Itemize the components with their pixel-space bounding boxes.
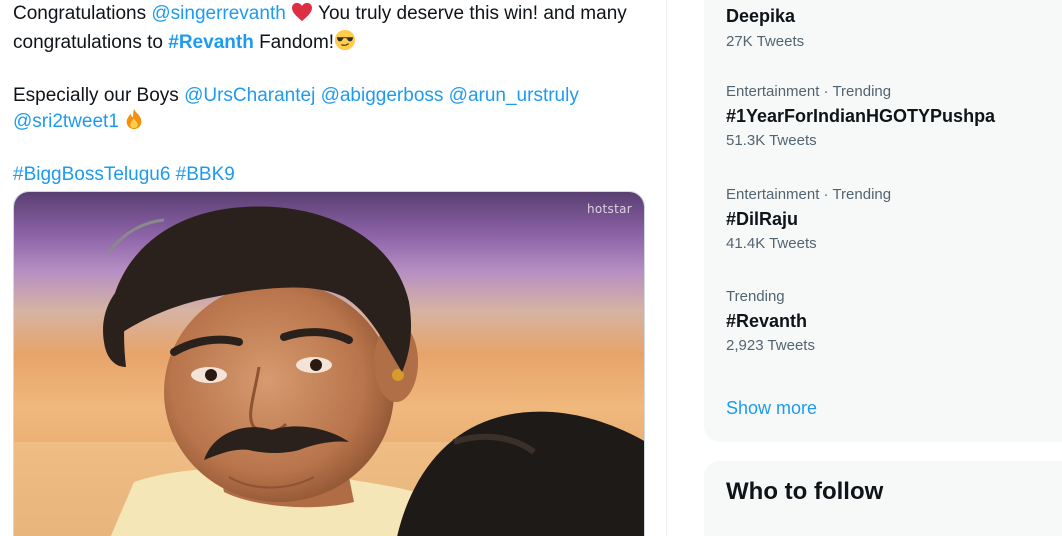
mention-link[interactable]: @abiggerboss	[321, 85, 444, 106]
trend-count: 2,923 Tweets	[726, 337, 815, 354]
tweet-line-3: Especially our Boys @UrsCharantej @abigg…	[13, 83, 653, 108]
hashtag-link[interactable]: #BBK9	[176, 164, 235, 185]
tweet-text-fragment: Fandom!	[253, 32, 335, 53]
trend-item[interactable]: Entertainment · Trending #1YearForIndian…	[726, 82, 995, 151]
trend-meta: Trending	[726, 288, 785, 305]
mention-link[interactable]: @UrsCharantej	[184, 85, 315, 106]
trend-count: 51.3K Tweets	[726, 132, 817, 149]
tweet-text-fragment: Congratulations	[13, 3, 152, 24]
trend-count: 27K Tweets	[726, 33, 805, 50]
tweet-line-2: congratulations to #Revanth Fandom!	[13, 29, 653, 58]
who-to-follow-heading: Who to follow	[726, 478, 884, 505]
show-more-link[interactable]: Show more	[726, 398, 817, 419]
tweet-text-fragment: congratulations to	[13, 32, 169, 53]
trend-meta: Entertainment · Trending	[726, 83, 892, 100]
tweet-line-4: @sri2tweet1	[13, 108, 653, 137]
red-heart-icon	[291, 2, 313, 29]
trend-item[interactable]: Trending #Revanth 2,923 Tweets	[726, 287, 815, 356]
tweet-text-fragment: You truly deserve this win! and many	[313, 3, 627, 24]
mention-link[interactable]: @singerrevanth	[151, 3, 285, 24]
tweet-column: Congratulations @singerrevanth You truly…	[0, 0, 667, 536]
trend-item[interactable]: Entertainment · Trending #DilRaju 41.4K …	[726, 185, 891, 254]
trend-count: 41.4K Tweets	[726, 235, 817, 252]
hashtag-link[interactable]: #BiggBossTelugu6	[13, 164, 170, 185]
tweet-media-image[interactable]: hotstar	[13, 191, 645, 536]
trend-name: #Revanth	[726, 311, 808, 331]
tweet-text: Congratulations @singerrevanth You truly…	[13, 1, 653, 187]
trend-name: #DilRaju	[726, 209, 799, 229]
fire-icon	[124, 108, 144, 137]
tweet-line-hashtags: #BiggBossTelugu6 #BBK9	[13, 162, 653, 187]
hotstar-watermark: hotstar	[587, 202, 632, 216]
tweet-line-1: Congratulations @singerrevanth You truly…	[13, 1, 653, 29]
hashtag-link[interactable]: #Revanth	[168, 32, 254, 53]
trend-name: #1YearForIndianHGOTYPushpa	[726, 106, 996, 126]
trend-name: Deepika	[726, 6, 796, 26]
trend-meta: Entertainment · Trending	[726, 186, 892, 203]
sunglasses-face-icon	[334, 29, 356, 58]
mention-link[interactable]: @sri2tweet1	[13, 111, 119, 132]
tweet-text-fragment: Especially our Boys	[13, 85, 185, 106]
photo-illustration	[14, 192, 644, 536]
mention-link[interactable]: @arun_urstruly	[449, 85, 579, 106]
trend-item[interactable]: Deepika 27K Tweets	[726, 4, 804, 52]
